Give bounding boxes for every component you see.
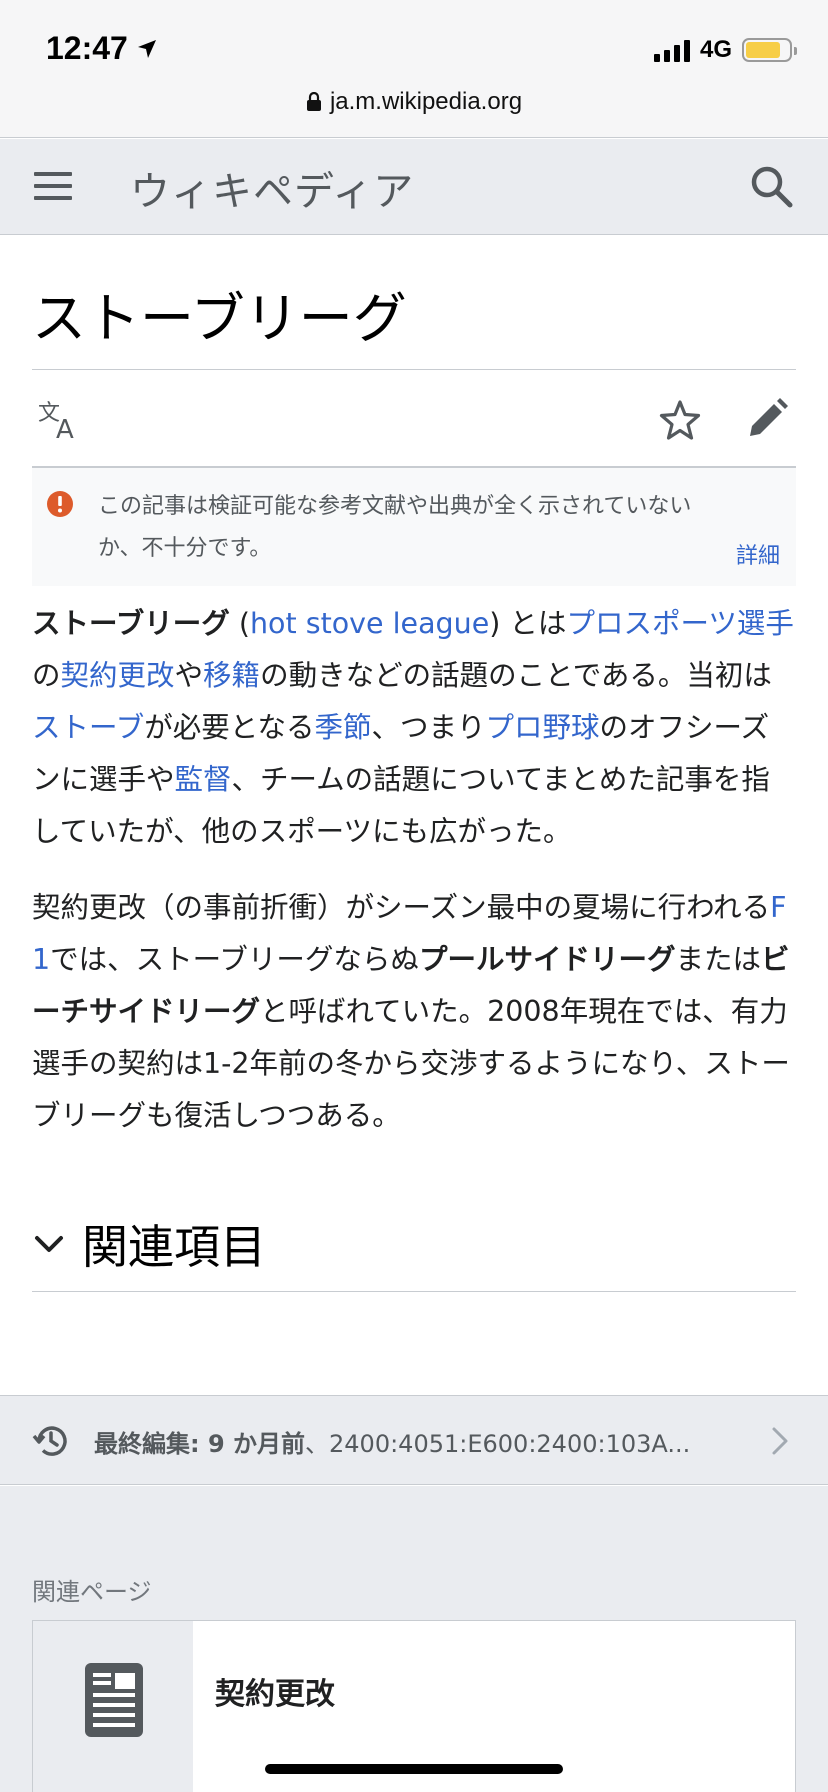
- text: が必要となる: [144, 711, 315, 744]
- text: ) とは: [489, 607, 567, 640]
- notice-text: この記事は検証可能な参考文献や出典が全く示されていないか、不十分です。: [98, 494, 692, 561]
- article-content: ストーブリーグ 文 A この記事は検証可能な参考文献や出典が全く示されていないか…: [32, 236, 796, 1292]
- bold-term: ストーブリーグ: [32, 607, 230, 640]
- text: 契約更改（の事前折衝）がシーズン最中の夏場に行われる: [32, 891, 771, 924]
- history-clock-icon: [32, 1426, 67, 1456]
- paragraph-2: 契約更改（の事前折衝）がシーズン最中の夏場に行われるF1では、ストーブリーグなら…: [32, 882, 796, 1142]
- text: では、ストーブリーグならぬ: [50, 943, 419, 976]
- hamburger-menu-icon[interactable]: [34, 166, 72, 206]
- related-pages-section: 関連ページ 契約更改: [0, 1486, 828, 1792]
- section-header-related[interactable]: 関連項目: [32, 1196, 796, 1292]
- language-icon[interactable]: 文 A: [38, 398, 82, 440]
- link-hot-stove-league[interactable]: hot stove league: [250, 607, 489, 640]
- link-manager[interactable]: 監督: [175, 763, 232, 796]
- related-heading: 関連ページ: [32, 1578, 152, 1606]
- search-icon[interactable]: [746, 161, 798, 213]
- chevron-down-icon: [35, 1235, 63, 1252]
- text: (: [229, 607, 250, 640]
- text: の動きなどの話題のことである。当初は: [260, 659, 772, 692]
- battery-level: [746, 42, 780, 58]
- status-indicators: 4G: [653, 36, 797, 64]
- related-thumbnail: [33, 1621, 193, 1792]
- section-title: 関連項目: [82, 1219, 266, 1274]
- text: の: [32, 659, 61, 692]
- location-arrow-icon: [137, 39, 156, 58]
- edit-pencil-icon[interactable]: [744, 396, 790, 442]
- status-time: 12:47: [46, 30, 158, 67]
- url-text: ja.m.wikipedia.org: [329, 88, 523, 115]
- related-page-title: 契約更改: [215, 1677, 335, 1712]
- bold-term: プールサイドリーグ: [418, 943, 676, 976]
- network-type: 4G: [699, 36, 732, 63]
- article-document-icon: [85, 1663, 143, 1737]
- chevron-right-icon: [772, 1427, 788, 1455]
- lock-icon: [306, 92, 321, 111]
- time-text: 12:47: [46, 30, 128, 66]
- link-contract-renewal[interactable]: 契約更改: [61, 659, 175, 692]
- link-stove[interactable]: ストーブ: [32, 711, 144, 744]
- notice-more-link[interactable]: 詳細: [736, 538, 780, 570]
- svg-text:A: A: [56, 415, 74, 440]
- watch-star-icon[interactable]: [658, 398, 702, 442]
- link-season[interactable]: 季節: [314, 711, 371, 744]
- last-modified-label: 最終編集: 9 か月前: [94, 1430, 306, 1458]
- site-header: ウィキペディア: [0, 139, 828, 235]
- text: 、つまり: [371, 711, 486, 744]
- text: または: [675, 943, 761, 976]
- last-editor: 2400:4051:E600:2400:103A...: [329, 1430, 691, 1458]
- paragraph-1: ストーブリーグ (hot stove league) とはプロスポーツ選手の契約…: [32, 598, 796, 858]
- last-modified-bar[interactable]: 最終編集: 9 か月前、2400:4051:E600:2400:103A...: [0, 1395, 828, 1485]
- page-title: ストーブリーグ: [32, 236, 796, 370]
- text: や: [174, 659, 204, 692]
- last-modified-text: 最終編集: 9 か月前、2400:4051:E600:2400:103A...: [94, 1424, 734, 1459]
- warning-icon: [47, 491, 73, 517]
- home-indicator[interactable]: [265, 1764, 563, 1774]
- link-transfer[interactable]: 移籍: [203, 659, 260, 692]
- cell-signal-icon: [653, 38, 690, 62]
- address-bar[interactable]: ja.m.wikipedia.org: [0, 88, 828, 116]
- battery-icon: [742, 38, 797, 62]
- page-actions-bar: 文 A: [32, 370, 796, 468]
- link-pro-baseball[interactable]: プロ野球: [485, 711, 599, 744]
- ios-status-bar: 12:47 4G ja.m.wikipedia.org: [0, 0, 828, 138]
- issues-notice: この記事は検証可能な参考文献や出典が全く示されていないか、不十分です。 詳細: [32, 468, 796, 586]
- separator: 、: [305, 1430, 330, 1458]
- site-wordmark[interactable]: ウィキペディア: [130, 159, 414, 217]
- link-pro-sports-player[interactable]: プロスポーツ選手: [566, 607, 793, 640]
